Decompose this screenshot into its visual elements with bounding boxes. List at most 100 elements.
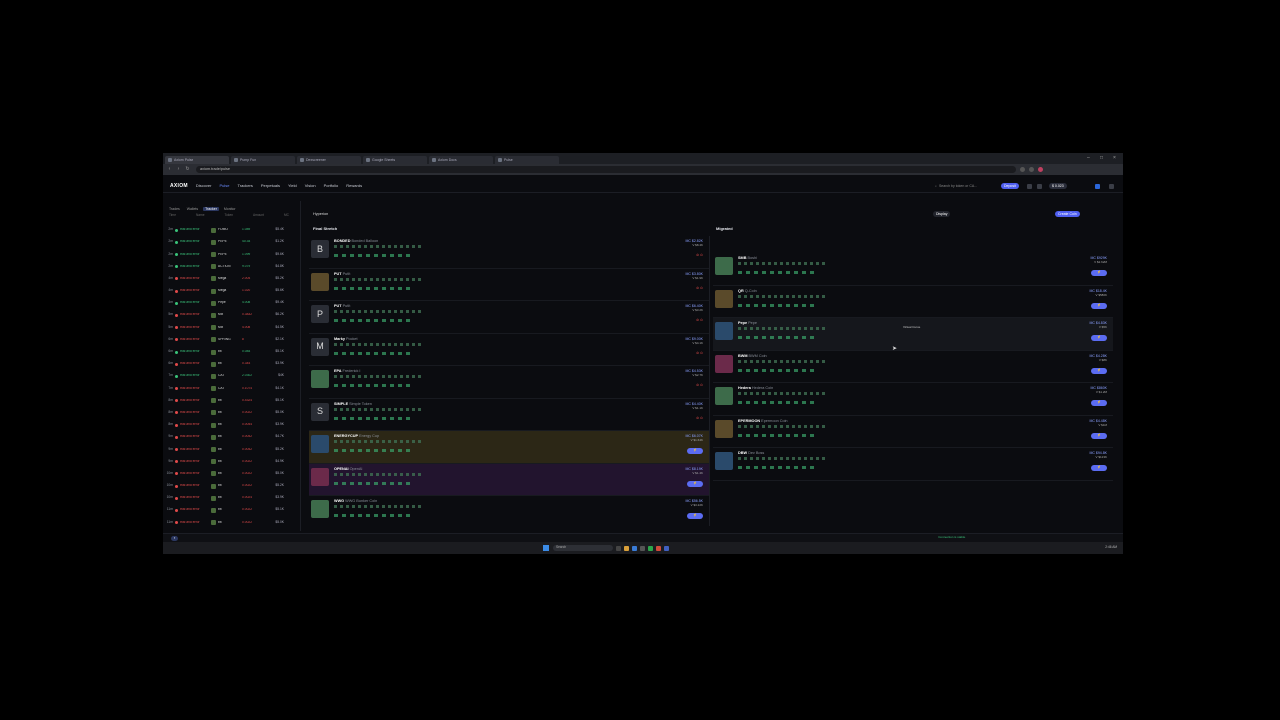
display-button[interactable]: Display: [933, 211, 951, 217]
start-icon[interactable]: [543, 545, 549, 551]
trade-row[interactable]: 7m trial and error CAT 2.0302 $4K: [163, 370, 300, 382]
quick-buy-button[interactable]: ⚡: [1091, 432, 1107, 439]
taskview-icon[interactable]: [616, 545, 621, 551]
browser-tab[interactable]: Dexscreener: [297, 156, 361, 164]
url-field[interactable]: axiom.trade/pulse: [196, 166, 1016, 173]
token-image[interactable]: [311, 370, 329, 388]
sidebar-tab-wallets[interactable]: Wallets: [185, 207, 200, 211]
token-card[interactable]: OPENAIOpenAI MC $8.19K V $1.4K ⚡: [309, 463, 709, 496]
trade-row[interactable]: 4m trial and error Mega 2.004 $5.2K: [163, 273, 300, 285]
token-ticker[interactable]: BWMBWM Coin: [738, 354, 767, 359]
quick-buy-button[interactable]: ⚡: [687, 513, 703, 519]
extension-icon[interactable]: [1029, 167, 1034, 172]
star-icon[interactable]: [1027, 183, 1032, 189]
forward-icon[interactable]: ›: [176, 167, 181, 172]
settings-icon[interactable]: [1109, 183, 1114, 189]
token-card[interactable]: SMBBoshi MC $929K V $2.62M ⚡: [713, 253, 1113, 286]
token-ticker[interactable]: WWGWWG Bunker Coin: [334, 499, 377, 504]
create-coin-button[interactable]: Create Coin: [1055, 211, 1080, 217]
token-image[interactable]: [311, 272, 329, 291]
trade-row[interactable]: 2m trial and error PEPE 40.34 $1.2K: [163, 236, 300, 248]
token-card[interactable]: QRQ-Coin MC $18.4K V $580K ⚡: [713, 286, 1113, 318]
trade-row[interactable]: 8m trial and error bit 0.0044 $3.9K: [163, 419, 300, 431]
token-card[interactable]: ENERGYCUPEnergy Cup MC $6.07K V $1.64K ⚡: [309, 431, 709, 464]
token-ticker[interactable]: PepePepe: [738, 321, 757, 326]
back-icon[interactable]: ‹: [167, 167, 172, 172]
token-card[interactable]: PepePepe MC $4.83K V $5K ⚡: [713, 318, 1113, 351]
quick-buy-button[interactable]: ⚡: [1091, 367, 1107, 374]
trade-row[interactable]: 8m trial and error bit 0.0022 $5.0K: [163, 407, 300, 419]
explorer-icon[interactable]: [624, 545, 629, 551]
token-image[interactable]: [715, 354, 733, 373]
quick-buy-button[interactable]: ⚡: [1091, 465, 1107, 471]
quick-buy-button[interactable]: ⚡: [1091, 335, 1107, 341]
token-card[interactable]: HederaHedera Coin MC $860K V $1.2M ⚡: [713, 383, 1113, 416]
trade-row[interactable]: 6m trial and error SPRING 8 $2.1K: [163, 334, 300, 346]
preset-button[interactable]: ▪: [171, 535, 179, 541]
user-avatar[interactable]: [1095, 183, 1100, 189]
token-ticker[interactable]: PUTPutIt: [334, 304, 350, 309]
token-ticker[interactable]: PUTPutIt: [334, 272, 350, 277]
token-image[interactable]: [715, 322, 733, 340]
nav-pulse[interactable]: Pulse: [219, 183, 229, 189]
quick-buy-button[interactable]: ⚡: [687, 448, 703, 454]
token-image[interactable]: [715, 257, 733, 275]
token-card[interactable]: DBWDev Boss MC $94.8K V $123K ⚡: [713, 448, 1113, 481]
trade-row[interactable]: 11m trial and error bit 0.0022 $5.1K: [163, 504, 300, 516]
trade-row[interactable]: 2m trial and error ACTION 9.079 $4.8K: [163, 261, 300, 273]
quick-buy-button[interactable]: ⚡: [687, 480, 703, 487]
close-window-icon[interactable]: ×: [1113, 155, 1116, 161]
token-image[interactable]: [311, 435, 329, 453]
trade-row[interactable]: 8m trial and error bit 0.4324 $5.1K: [163, 395, 300, 407]
taskbar-search[interactable]: Search: [553, 545, 613, 551]
token-card[interactable]: M MarkyPocket MC $9.00K V $4.1K ⊘ ⊙: [309, 334, 709, 366]
store-icon[interactable]: [640, 545, 645, 551]
trade-row[interactable]: 2m trial and error PEPE 1.099 $9.6K: [163, 248, 300, 260]
axiom-logo[interactable]: AXIOM: [170, 183, 188, 189]
quick-buy-button[interactable]: ⚡: [1091, 400, 1107, 406]
token-ticker[interactable]: SIMPLESimple Token: [334, 402, 372, 407]
nav-perpetuals[interactable]: Perpetuals: [261, 183, 280, 189]
trade-row[interactable]: 9m trial and error bit 0.0042 $5.2K: [163, 443, 300, 455]
trade-row[interactable]: 10m trial and error bit 0.0022 $5.2K: [163, 480, 300, 492]
token-image[interactable]: B: [311, 240, 329, 258]
profile-icon[interactable]: [1038, 167, 1043, 172]
token-card[interactable]: P PUTPutIt MC $6.40K V $3.2K ⊘ ⊙: [309, 301, 709, 334]
sidebar-tab-monitor[interactable]: Monitor: [222, 207, 238, 211]
token-ticker[interactable]: EPAFrederick I: [334, 369, 360, 374]
extension-icon[interactable]: [1020, 167, 1025, 172]
trade-row[interactable]: 6m trial and error bit 0.084 $5.1K: [163, 346, 300, 358]
bell-icon[interactable]: [1037, 183, 1042, 189]
token-card[interactable]: WWGWWG Bunker Coin MC $56.5K V $3.22K ⚡: [309, 496, 709, 526]
token-ticker[interactable]: EPERMOONEpermoon Coin: [738, 419, 788, 424]
chrome-icon[interactable]: [648, 545, 653, 551]
token-image[interactable]: P: [311, 305, 329, 323]
sidebar-tab-tracker[interactable]: Tracker: [203, 207, 219, 212]
trade-row[interactable]: 4m trial and error Pepe 4.008 $9.4K: [163, 297, 300, 309]
trade-row[interactable]: 10m trial and error bit 0.0024 $3.9K: [163, 492, 300, 504]
token-card[interactable]: S SIMPLESimple Token MC $4.40K V $1.1K ⊘ ⊙: [309, 399, 709, 431]
maximize-icon[interactable]: □: [1100, 155, 1103, 161]
token-image[interactable]: [715, 452, 733, 470]
token-ticker[interactable]: HederaHedera Coin: [738, 386, 773, 391]
quick-buy-button[interactable]: ⚡: [1091, 302, 1107, 309]
token-ticker[interactable]: BONDEDBonded Balloon: [334, 239, 378, 244]
token-image[interactable]: S: [311, 402, 329, 421]
search-box[interactable]: ⌕ Search by token or CA...: [935, 183, 991, 189]
token-ticker[interactable]: QRQ-Coin: [738, 289, 757, 294]
token-image[interactable]: [311, 500, 329, 518]
trade-row[interactable]: 6m trial and error bit 0.344 $3.9K: [163, 358, 300, 370]
trade-row[interactable]: 11m trial and error bit 0.0022 $5.0K: [163, 517, 300, 529]
token-ticker[interactable]: SMBBoshi: [738, 256, 757, 261]
minimize-icon[interactable]: –: [1087, 155, 1090, 161]
browser-tab[interactable]: Pulse: [495, 156, 559, 164]
token-ticker[interactable]: OPENAIOpenAI: [334, 467, 362, 472]
wallet-balance[interactable]: $ 0.023: [1049, 183, 1067, 189]
trade-row[interactable]: 5m trial and error Mix 4.008 $4.5K: [163, 322, 300, 334]
browser-tab[interactable]: Pump Fun: [231, 156, 295, 164]
token-image[interactable]: [715, 387, 733, 405]
deposit-button[interactable]: Deposit: [1001, 183, 1019, 189]
token-card[interactable]: BWMBWM Coin MC $4.28K V $8K ⚡: [713, 351, 1113, 383]
token-card[interactable]: EPAFrederick I MC $4.53K V $2.7K ⊘ ⊙: [309, 366, 709, 399]
browser-tab[interactable]: Axiom Docs: [429, 156, 493, 164]
